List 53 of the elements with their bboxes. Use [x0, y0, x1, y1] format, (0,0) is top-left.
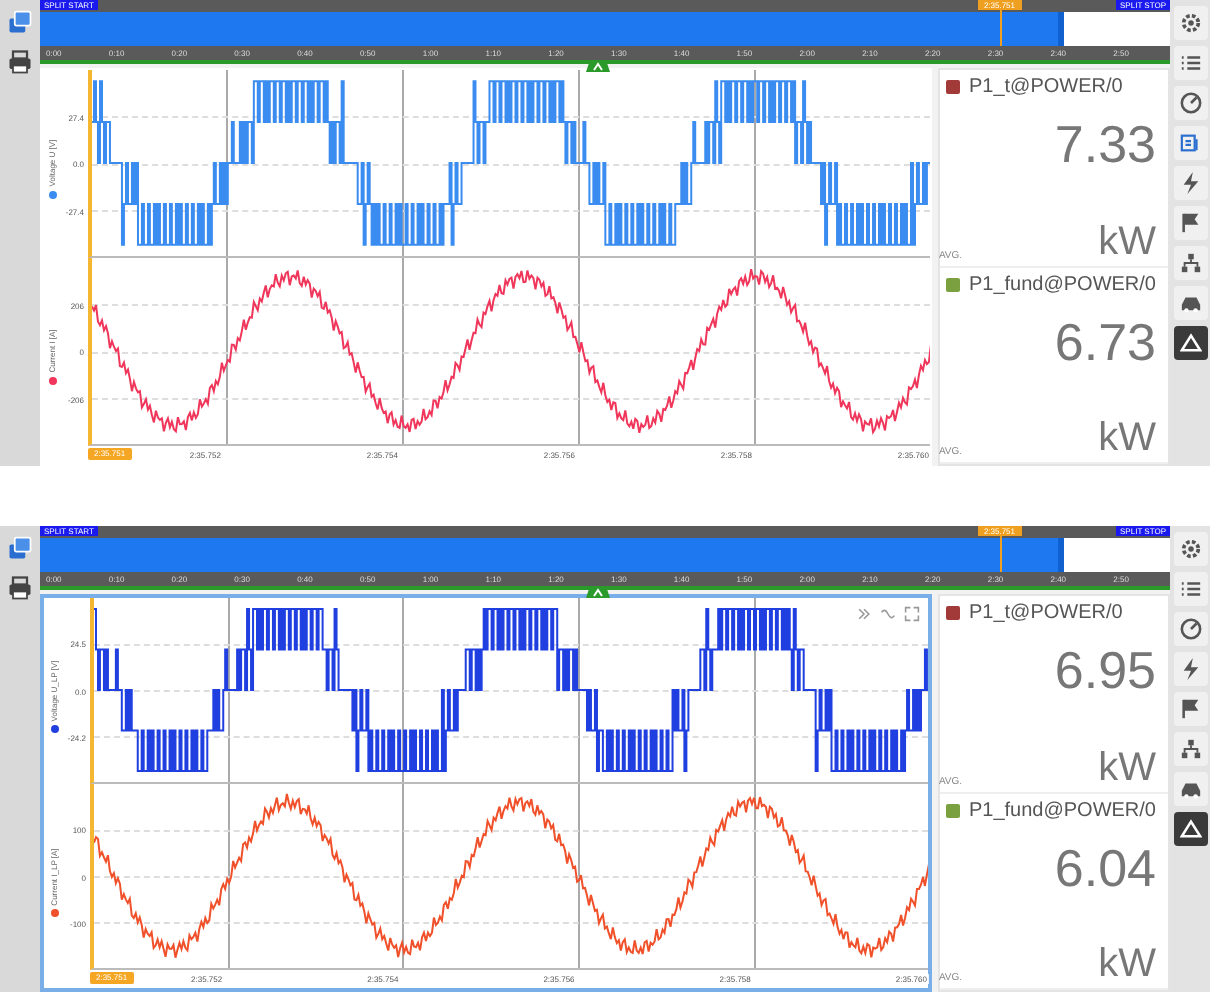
- caret-icon[interactable]: [582, 60, 615, 72]
- tool-button[interactable]: [1173, 246, 1207, 280]
- caret-icon[interactable]: [582, 586, 615, 598]
- value-reading: 6.04: [1054, 837, 1156, 899]
- tool-button[interactable]: [1173, 692, 1207, 726]
- document-icon: [1179, 132, 1201, 154]
- channel-name: P1_t@POWER/0: [968, 76, 1123, 98]
- flag-icon: [1179, 212, 1201, 234]
- tool-button[interactable]: [1173, 86, 1207, 120]
- tool-button[interactable]: [1173, 732, 1207, 766]
- triangle-icon: [1179, 332, 1201, 354]
- list-icon: [1179, 578, 1201, 600]
- layers-icon[interactable]: [6, 534, 34, 562]
- unit-label: kW: [1098, 747, 1156, 787]
- value-reading: 7.33: [1054, 114, 1156, 176]
- settings-icon: [1179, 12, 1201, 34]
- tool-button[interactable]: [1173, 46, 1207, 80]
- channel-name: P1_t@POWER/0: [968, 602, 1123, 624]
- layers-icon[interactable]: [6, 8, 34, 36]
- double-chevron-icon[interactable]: [856, 606, 873, 622]
- tool-button[interactable]: [1173, 572, 1207, 606]
- settings-icon: [1179, 538, 1201, 560]
- tool-button[interactable]: [1173, 652, 1207, 686]
- unit-label: kW: [1098, 944, 1156, 984]
- printer-icon[interactable]: [6, 48, 34, 76]
- tool-button[interactable]: [1173, 772, 1207, 806]
- value-reading: 6.73: [1054, 311, 1156, 373]
- car-icon: [1179, 292, 1201, 314]
- tool-button[interactable]: [1173, 612, 1207, 646]
- tool-button[interactable]: [1173, 532, 1207, 566]
- tool-button[interactable]: [1173, 326, 1207, 360]
- value-reading: 6.95: [1054, 640, 1156, 702]
- tool-button[interactable]: [1173, 6, 1207, 40]
- tool-button[interactable]: [1173, 286, 1207, 320]
- list-icon: [1179, 52, 1201, 74]
- gauge-icon: [1179, 92, 1201, 114]
- tool-button[interactable]: [1173, 812, 1207, 846]
- unit-label: kW: [1098, 418, 1156, 458]
- tool-button[interactable]: [1173, 166, 1207, 200]
- car-icon: [1179, 778, 1201, 800]
- unit-label: kW: [1098, 221, 1156, 261]
- expand-icon[interactable]: [904, 606, 921, 622]
- lightning-icon: [1179, 658, 1201, 680]
- hierarchy-icon: [1179, 252, 1201, 274]
- tool-button[interactable]: [1173, 206, 1207, 240]
- channel-name: P1_fund@POWER/0: [968, 273, 1156, 295]
- channel-name: P1_fund@POWER/0: [968, 799, 1156, 821]
- hierarchy-icon: [1179, 738, 1201, 760]
- gauge-icon: [1179, 618, 1201, 640]
- triangle-icon: [1179, 818, 1201, 840]
- lightning-icon: [1179, 172, 1201, 194]
- flag-icon: [1179, 698, 1201, 720]
- printer-icon[interactable]: [6, 574, 34, 602]
